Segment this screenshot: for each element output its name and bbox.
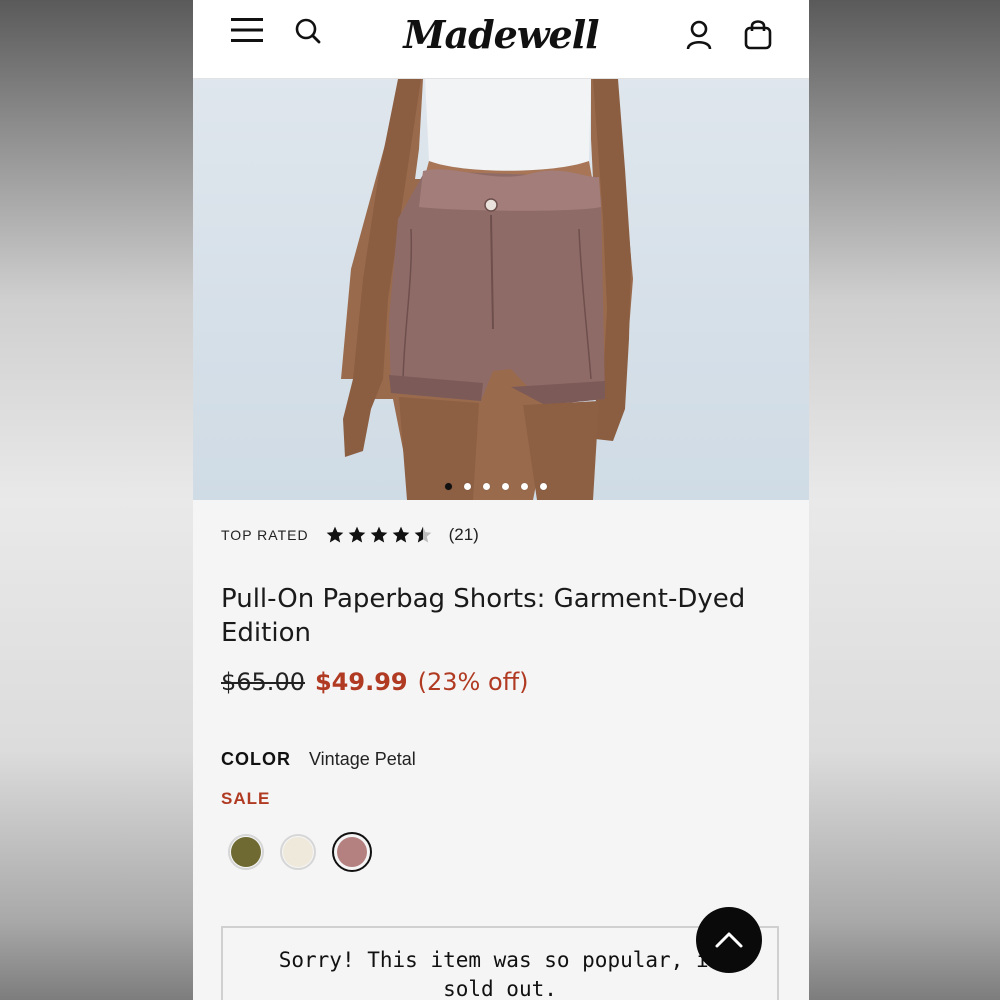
sold-out-line-2: sold out. — [443, 977, 557, 1000]
color-swatch-cream[interactable] — [280, 834, 316, 870]
user-icon — [686, 20, 712, 50]
top-rated-label: TOP RATED — [221, 527, 309, 543]
star-icon — [392, 526, 409, 543]
image-carousel-dots — [445, 483, 547, 490]
product-page: Madewell TOP RATED (21) Pull-On Paperbag… — [193, 0, 809, 1000]
sold-out-line-1: Sorry! This item was so popular, it — [278, 948, 722, 972]
carousel-dot[interactable] — [464, 483, 471, 490]
madewell-logo[interactable]: Madewell — [401, 6, 601, 62]
review-count[interactable]: (21) — [449, 525, 479, 545]
chevron-up-icon — [715, 932, 743, 948]
carousel-dot[interactable] — [483, 483, 490, 490]
selected-color-name: Vintage Petal — [309, 749, 416, 769]
star-icon — [348, 526, 365, 543]
carousel-dot[interactable] — [540, 483, 547, 490]
original-price: $65.00 — [221, 668, 305, 696]
product-title: Pull-On Paperbag Shorts: Garment-Dyed Ed… — [221, 584, 746, 648]
star-rating — [325, 525, 433, 545]
carousel-dot[interactable] — [521, 483, 528, 490]
search-button[interactable] — [291, 14, 325, 48]
color-swatch-olive[interactable] — [228, 834, 264, 870]
sale-price: $49.99 — [314, 668, 408, 696]
star-icon — [370, 526, 387, 543]
price-row: $65.00 $49.99 (23% off) — [221, 668, 529, 696]
scroll-to-top-button[interactable] — [696, 907, 762, 973]
search-icon — [295, 18, 321, 44]
sale-label: SALE — [221, 789, 271, 808]
account-button[interactable] — [683, 18, 715, 52]
color-swatch-vintage-petal[interactable] — [332, 832, 372, 872]
color-row: COLOR Vintage Petal — [221, 749, 416, 770]
menu-button[interactable] — [229, 14, 265, 46]
swatch-fill — [337, 837, 367, 867]
rating-row[interactable]: TOP RATED (21) — [221, 525, 479, 545]
carousel-dot[interactable] — [502, 483, 509, 490]
product-photo — [341, 79, 633, 500]
product-image[interactable] — [193, 79, 809, 500]
swatch-fill — [283, 837, 313, 867]
swatch-fill — [231, 837, 261, 867]
shopping-bag-button[interactable] — [741, 16, 775, 52]
color-label: COLOR — [221, 749, 291, 769]
site-header: Madewell — [193, 0, 809, 79]
carousel-dot[interactable] — [445, 483, 452, 490]
hamburger-menu-icon — [231, 18, 263, 42]
half-star-icon — [414, 526, 431, 543]
color-swatches — [228, 832, 372, 872]
discount-percent: (23% off) — [417, 668, 529, 696]
star-icon — [326, 526, 343, 543]
shopping-bag-icon — [744, 20, 772, 50]
